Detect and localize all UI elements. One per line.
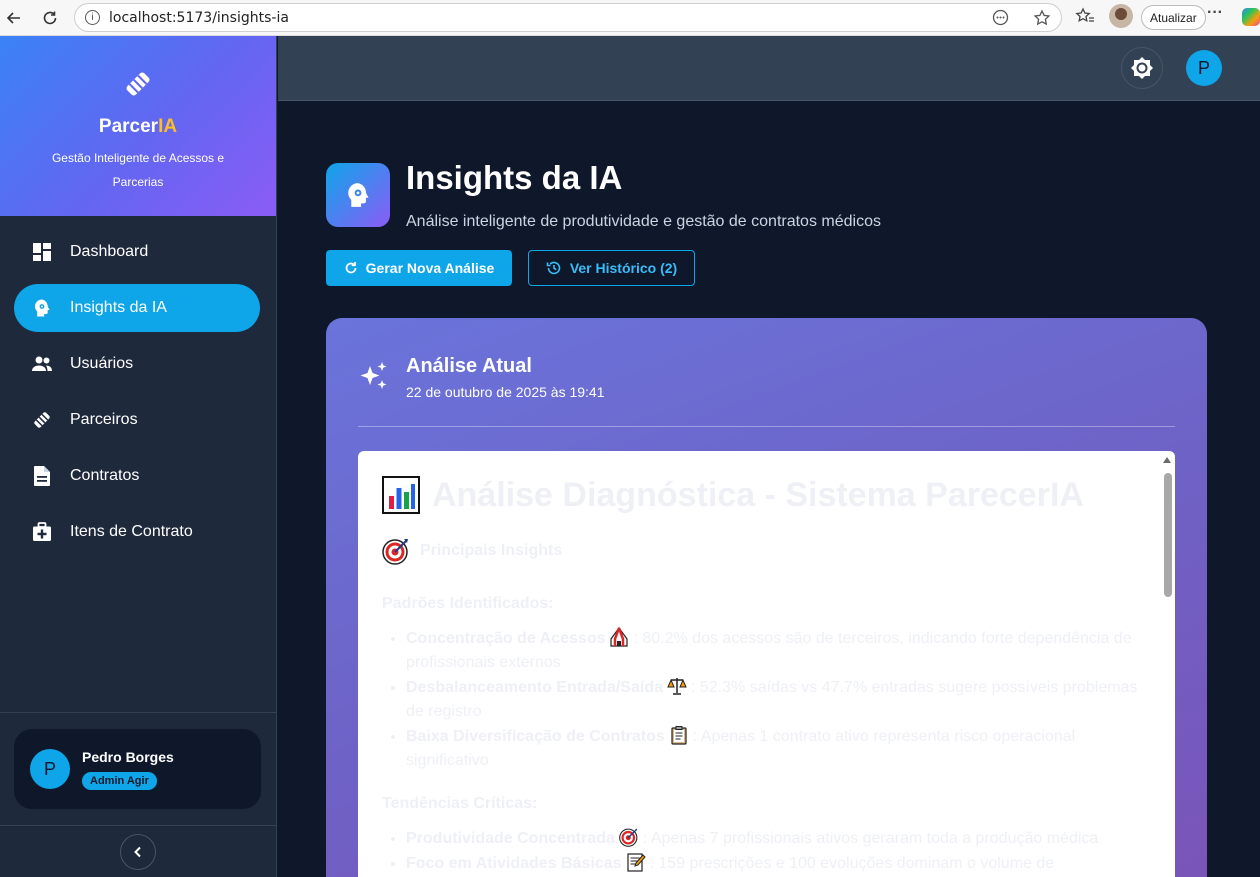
header-avatar[interactable]: P <box>1186 50 1222 86</box>
list-item: Concentração de Acessos: 80.2% dos acess… <box>406 626 1142 675</box>
address-bar[interactable]: i localhost:5173/insights-ia <box>74 3 1062 32</box>
user-avatar: P <box>30 749 70 789</box>
copilot-icon[interactable] <box>1242 8 1260 26</box>
sparkle-icon <box>360 362 387 389</box>
trends-list: Produtividade Concentrada: Apenas 7 prof… <box>382 827 1142 876</box>
dashboard-icon <box>30 240 54 264</box>
list-item: Produtividade Concentrada: Apenas 7 prof… <box>406 827 1142 851</box>
chevron-left-icon <box>134 846 141 858</box>
sidebar-item-label: Insights da IA <box>70 299 167 316</box>
collapse-sidebar-button[interactable] <box>120 834 156 870</box>
refresh-icon <box>345 262 357 274</box>
sidebar-item-label: Itens de Contrato <box>70 523 193 540</box>
target-emoji-icon <box>619 827 639 847</box>
doc-section: Principais Insights <box>382 537 1142 565</box>
document-icon <box>30 464 54 488</box>
topbar: P <box>278 36 1260 101</box>
balance-scale-emoji-icon <box>667 676 687 696</box>
analysis-title: Análise Atual <box>406 355 532 377</box>
analysis-card: Análise Atual 22 de outubro de 2025 às 1… <box>326 318 1207 877</box>
list-item: Foco em Atividades Básicas: 159 prescriç… <box>406 852 1142 876</box>
circus-tent-emoji-icon <box>609 626 629 647</box>
doc-heading: Análise Diagnóstica - Sistema ParecerIA <box>382 475 1142 515</box>
user-card[interactable]: P Pedro Borges Admin Agir <box>14 729 261 809</box>
sidebar-divider <box>0 712 276 713</box>
history-label: Ver Histórico (2) <box>569 260 678 276</box>
more-menu-icon[interactable]: ··· <box>1207 4 1223 22</box>
page-title: Insights da IA <box>406 159 623 196</box>
back-icon[interactable] <box>0 4 28 32</box>
doc-heading-text: Análise Diagnóstica - Sistema ParecerIA <box>432 475 1084 514</box>
brand-subtitle: Gestão Inteligente de Acessos e Parceria… <box>51 151 225 189</box>
scroll-thumb[interactable] <box>1164 473 1172 597</box>
url-text: localhost:5173/insights-ia <box>109 9 289 26</box>
generate-analysis-label: Gerar Nova Análise <box>365 260 495 276</box>
history-button[interactable]: Ver Histórico (2) <box>528 250 695 286</box>
card-divider <box>358 426 1175 427</box>
page-subtitle: Análise inteligente de produtividade e g… <box>406 213 881 230</box>
sidebar-item-dashboard[interactable]: Dashboard <box>14 228 260 276</box>
site-info-icon[interactable]: i <box>85 10 100 25</box>
theme-toggle-button[interactable] <box>1121 47 1163 89</box>
scroll-up-arrow-icon[interactable] <box>1163 457 1171 463</box>
memo-emoji-icon <box>626 852 646 872</box>
analysis-date: 22 de outubro de 2025 às 19:41 <box>406 384 605 400</box>
browser-profile-avatar[interactable] <box>1109 4 1133 28</box>
reader-icon[interactable] <box>992 9 1009 31</box>
sidebar-item-insights[interactable]: Insights da IA <box>14 284 260 332</box>
main-content: Insights da IA Análise inteligente de pr… <box>278 101 1260 877</box>
browser-update-button[interactable]: Atualizar <box>1141 5 1206 30</box>
sidebar-item-parceiros[interactable]: Parceiros <box>14 396 260 444</box>
brightness-icon <box>1131 57 1153 79</box>
generate-analysis-button[interactable]: Gerar Nova Análise <box>326 250 512 286</box>
history-icon <box>546 261 561 275</box>
sidebar-item-label: Dashboard <box>70 243 149 260</box>
brand-header: ParcerIA Gestão Inteligente de Acessos e… <box>0 36 276 216</box>
medical-kit-icon <box>30 520 54 544</box>
scrollbar[interactable] <box>1159 451 1175 877</box>
user-name: Pedro Borges <box>82 748 174 765</box>
sidebar: ParcerIA Gestão Inteligente de Acessos e… <box>0 36 277 877</box>
list-item: Baixa Diversificação de Contratos: Apena… <box>406 725 1142 773</box>
patterns-list: Concentração de Acessos: 80.2% dos acess… <box>382 626 1142 773</box>
reload-icon[interactable] <box>36 4 64 32</box>
sidebar-item-itens-contrato[interactable]: Itens de Contrato <box>14 508 260 556</box>
target-emoji-icon <box>382 537 410 565</box>
sidebar-item-contratos[interactable]: Contratos <box>14 452 260 500</box>
brand-name: ParcerIA <box>98 116 178 137</box>
browser-toolbar: i localhost:5173/insights-ia Atualizar ·… <box>0 0 1260 36</box>
trends-title: Tendências Críticas: <box>382 795 538 812</box>
analysis-content[interactable]: Análise Diagnóstica - Sistema ParecerIA … <box>358 451 1175 877</box>
handshake-logo-icon <box>126 72 150 96</box>
sidebar-item-label: Contratos <box>70 467 140 484</box>
sidebar-divider <box>0 825 276 826</box>
users-icon <box>30 352 54 376</box>
bar-chart-emoji-icon <box>382 476 420 514</box>
browser-update-label: Atualizar <box>1150 10 1197 25</box>
patterns-title: Padrões Identificados: <box>382 595 554 612</box>
list-item: Desbalanceamento Entrada/Saída: 52.3% sa… <box>406 676 1142 724</box>
sidebar-nav: Dashboard Insights da IA Usuários Parcei… <box>0 216 276 556</box>
sidebar-item-label: Parceiros <box>70 411 138 428</box>
favorites-list-icon[interactable] <box>1075 7 1095 30</box>
sidebar-item-label: Usuários <box>70 355 134 372</box>
clipboard-emoji-icon <box>669 725 689 745</box>
handshake-icon <box>30 408 54 432</box>
sidebar-item-usuarios[interactable]: Usuários <box>14 340 260 388</box>
analysis-document: Análise Diagnóstica - Sistema ParecerIA … <box>382 475 1142 877</box>
user-role-badge: Admin Agir <box>82 771 157 790</box>
favorite-star-icon[interactable] <box>1033 9 1051 32</box>
doc-section-text: Principais Insights <box>420 542 563 559</box>
page-psychology-icon <box>326 163 390 227</box>
psychology-icon <box>30 296 54 320</box>
